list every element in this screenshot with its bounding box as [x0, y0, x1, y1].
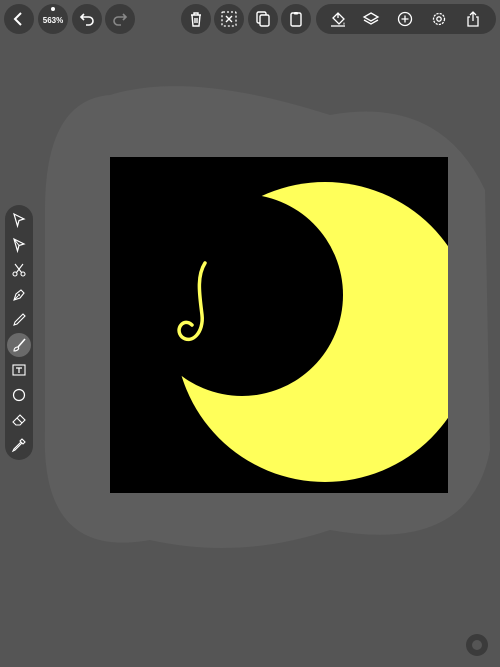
deselect-button[interactable]	[214, 4, 244, 34]
pen-tool-icon	[13, 289, 25, 301]
tools-panel	[5, 205, 33, 460]
eyedropper-tool[interactable]	[7, 433, 31, 457]
back-button[interactable]	[4, 4, 34, 34]
redo-icon	[113, 13, 128, 26]
ellipse-tool-icon	[12, 388, 26, 402]
color-indicator[interactable]	[466, 634, 488, 656]
crescent-moon-artwork[interactable]	[110, 157, 448, 493]
top-right-toolbar	[316, 4, 496, 34]
pencil-tool[interactable]	[7, 308, 31, 332]
layers-icon[interactable]	[362, 10, 380, 28]
text-tool-icon	[12, 364, 26, 376]
zoom-level: 563%	[42, 15, 64, 25]
scissors-tool[interactable]	[7, 258, 31, 282]
text-tool[interactable]	[7, 358, 31, 382]
clipboard-icon	[290, 12, 302, 27]
plus-icon[interactable]	[396, 10, 414, 28]
chevron-left-icon	[13, 12, 22, 26]
direct-select-tool-icon	[13, 237, 26, 253]
copy-button[interactable]	[248, 4, 278, 34]
undo-button[interactable]	[72, 4, 102, 34]
pen-tool[interactable]	[7, 283, 31, 307]
eraser-tool-icon	[12, 414, 26, 426]
undo-icon	[79, 13, 94, 26]
deselect-icon	[221, 11, 237, 27]
eraser-tool[interactable]	[7, 408, 31, 432]
eyedropper-tool-icon	[11, 438, 26, 453]
redo-button[interactable]	[105, 4, 135, 34]
selection-tool-icon	[13, 212, 26, 228]
delete-button[interactable]	[181, 4, 211, 34]
zoom-button[interactable]: 563%	[38, 4, 68, 34]
pencil-tool-icon	[13, 313, 26, 326]
artboard[interactable]	[110, 157, 448, 493]
selection-tool[interactable]	[7, 208, 31, 232]
brush-tool[interactable]	[7, 333, 31, 357]
moon-crescent	[110, 157, 448, 493]
paint-bucket-icon[interactable]	[329, 10, 347, 28]
brush-tool-icon	[13, 338, 26, 352]
copy-icon	[256, 11, 270, 27]
scissors-tool-icon	[12, 263, 26, 277]
direct-select-tool[interactable]	[7, 233, 31, 257]
gear-icon[interactable]	[430, 10, 448, 28]
trash-icon	[191, 12, 201, 27]
color-indicator-center	[472, 640, 482, 650]
share-icon[interactable]	[464, 10, 482, 28]
paste-button[interactable]	[281, 4, 311, 34]
ellipse-tool[interactable]	[7, 383, 31, 407]
zoom-indicator	[51, 7, 55, 11]
